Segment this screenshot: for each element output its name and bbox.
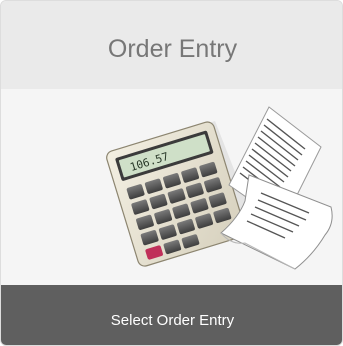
select-order-entry-button[interactable]: Select Order Entry bbox=[1, 285, 342, 345]
card-body: 106.57 bbox=[1, 89, 342, 285]
card-header: Order Entry bbox=[1, 1, 342, 89]
select-order-entry-label: Select Order Entry bbox=[110, 312, 235, 329]
card-title: Order Entry bbox=[107, 35, 238, 63]
document-papers-icon bbox=[220, 106, 333, 270]
calculator-and-papers-icon: 106.57 bbox=[106, 106, 333, 270]
order-entry-card[interactable]: Order Entry 106.57 Select Order Entry bbox=[0, 0, 343, 346]
calculator-icon: 106.57 bbox=[106, 121, 247, 267]
